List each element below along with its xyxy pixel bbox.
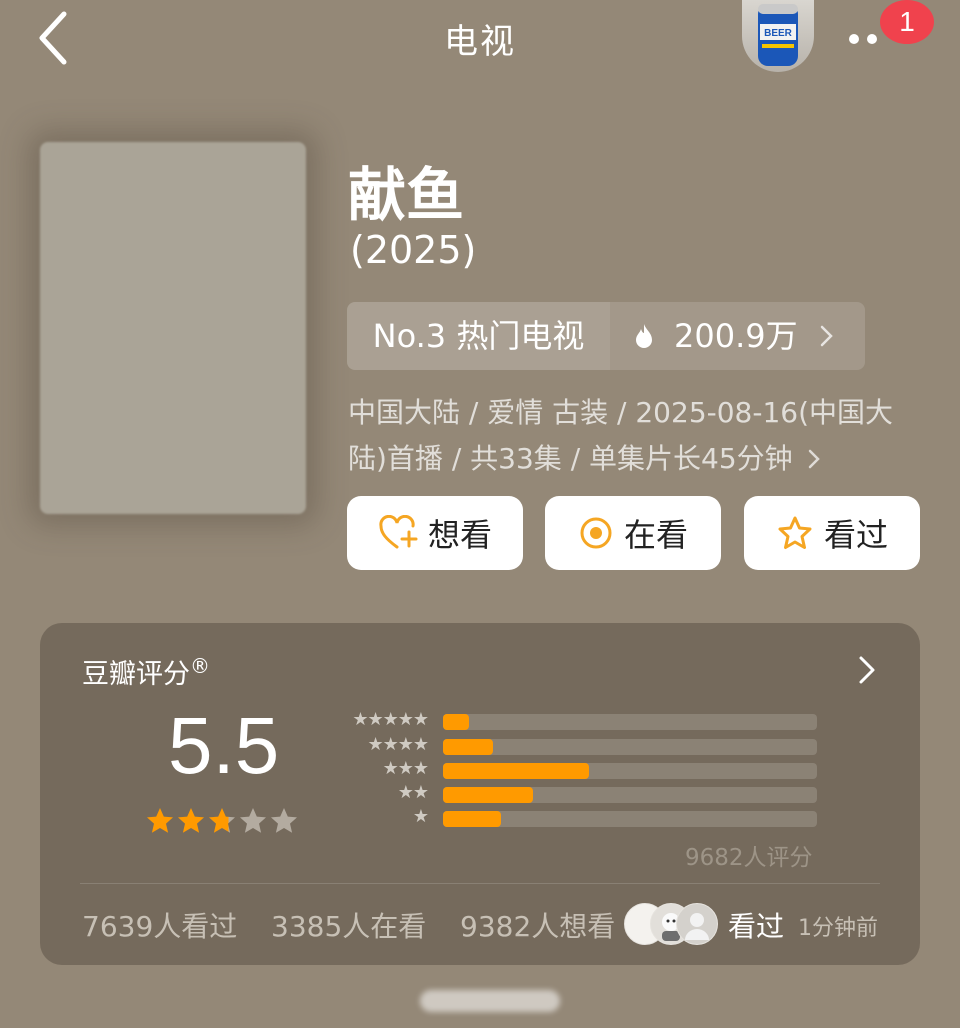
distribution-stars: ★ <box>412 806 429 827</box>
rating-score: 5.5 <box>168 701 280 790</box>
poster-image[interactable] <box>40 142 306 514</box>
rating-distribution-row: ★★★★★ <box>338 709 818 731</box>
distribution-track <box>443 714 817 730</box>
rating-distribution-row: ★ <box>338 806 818 828</box>
star-outline-icon <box>778 516 812 549</box>
rating-card-title: 豆瓣评分® <box>82 652 210 691</box>
star-icon <box>240 808 266 833</box>
subject-title: 献鱼 <box>348 161 465 229</box>
watched-button[interactable]: 看过 <box>744 496 920 570</box>
blurred-username <box>420 990 560 1012</box>
avatar <box>676 903 718 945</box>
rank-label: No.3 热门电视 <box>347 302 610 370</box>
chevron-right-icon <box>859 656 875 684</box>
subject-meta[interactable]: 中国大陆 / 爱情 古装 / 2025-08-16(中国大陆)首播 / 共33集… <box>348 390 918 482</box>
chevron-right-icon <box>808 449 820 469</box>
distribution-track <box>443 739 817 755</box>
watched-label: 看过 <box>823 516 888 554</box>
watching-button[interactable]: 在看 <box>545 496 721 570</box>
star-icon <box>147 808 173 833</box>
page-title: 电视 <box>444 22 516 62</box>
want-to-watch-button[interactable]: 想看 <box>347 496 523 570</box>
rating-distribution-row: ★★★★ <box>338 734 818 756</box>
want-to-watch-label: 想看 <box>427 516 492 554</box>
divider <box>80 883 880 884</box>
heart-plus-icon <box>379 515 418 549</box>
flame-icon <box>636 324 652 348</box>
notification-badge: 1 <box>880 0 934 44</box>
ranking-banner[interactable]: No.3 热门电视 200.9万 <box>347 302 865 370</box>
distribution-bar <box>443 763 589 779</box>
watched-count[interactable]: 7639人看过 <box>82 905 237 945</box>
distribution-track <box>443 811 817 827</box>
distribution-bar <box>443 811 501 827</box>
distribution-bar <box>443 787 533 803</box>
distribution-stars: ★★ <box>397 782 429 803</box>
rating-distribution-row: ★★★ <box>338 758 818 780</box>
svg-text:BEER: BEER <box>764 28 793 39</box>
distribution-track <box>443 787 817 803</box>
star-icon <box>178 808 204 833</box>
distribution-bar <box>443 714 470 730</box>
chevron-right-icon <box>820 325 833 347</box>
rating-distribution-row: ★★ <box>338 782 818 804</box>
rating-stars <box>145 806 299 836</box>
distribution-bar <box>443 739 494 755</box>
user-avatar-icon <box>685 913 709 940</box>
star-icon <box>209 808 235 833</box>
registered-mark: ® <box>190 654 210 678</box>
circle-dot-icon <box>580 517 612 549</box>
beer-can-avatar[interactable]: BEER <box>742 0 814 72</box>
distribution-track <box>443 763 817 779</box>
want-count[interactable]: 9382人想看 <box>460 905 615 945</box>
distribution-stars: ★★★★★ <box>352 709 429 730</box>
friend-time: 1分钟前 <box>798 916 878 941</box>
rating-detail-button[interactable] <box>852 650 882 690</box>
heat-value: 200.9万 <box>674 317 798 355</box>
friend-avatars[interactable] <box>624 903 718 945</box>
subject-year: (2025) <box>350 228 477 272</box>
friend-status: 看过 <box>728 910 785 943</box>
beer-can-icon: BEER <box>758 4 798 66</box>
rating-count: 9682人评分 <box>685 845 813 871</box>
distribution-stars: ★★★ <box>382 758 429 779</box>
star-icon <box>271 808 297 833</box>
distribution-stars: ★★★★ <box>367 734 429 755</box>
rating-label: 豆瓣评分 <box>82 659 190 690</box>
watching-label: 在看 <box>623 516 688 554</box>
watching-count[interactable]: 3385人在看 <box>271 905 426 945</box>
heat-section: 200.9万 <box>610 302 865 370</box>
